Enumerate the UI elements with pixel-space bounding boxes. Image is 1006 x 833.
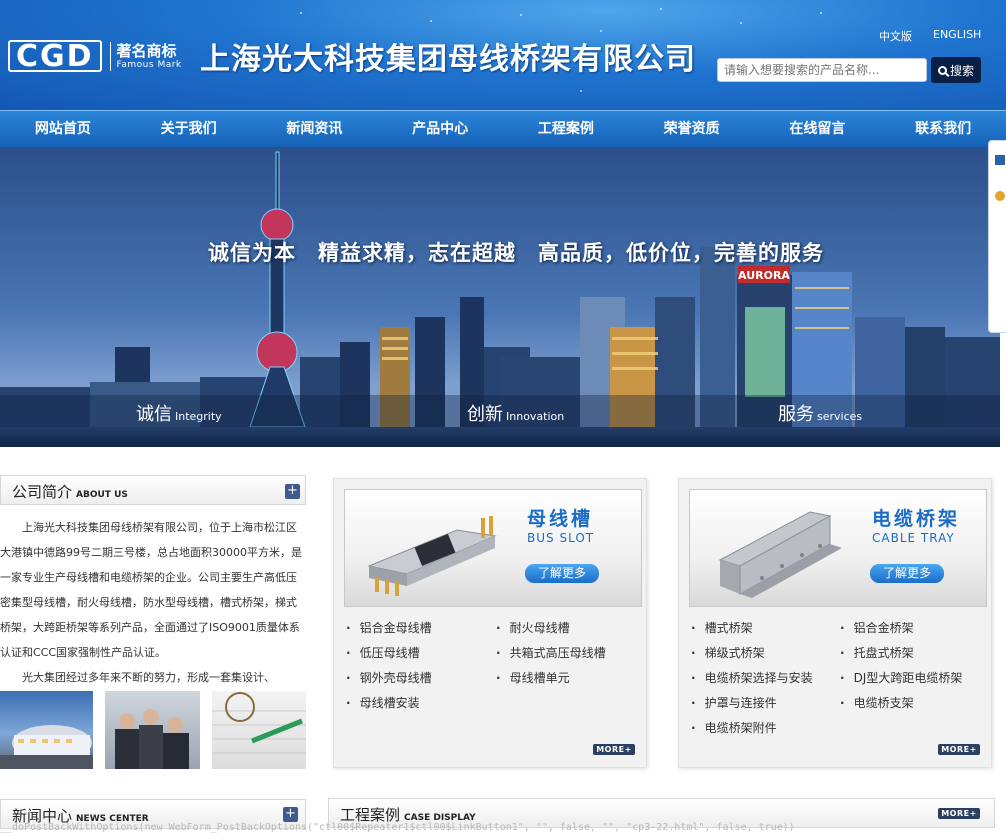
list-item[interactable]: 电缆桥架附件	[691, 719, 777, 736]
service-qq-icon	[995, 191, 1005, 201]
bus-slot-panel: 母线槽 BUS SLOT 了解更多 铝合金母线槽 耐火母线槽 低压母线槽 共箱式…	[333, 478, 647, 768]
bus-slot-more-link[interactable]: MORE+	[593, 744, 635, 755]
cable-tray-title-cn: 电缆桥架	[872, 508, 961, 530]
about-title: 公司简介 ABOUT US	[12, 481, 128, 502]
document-photo[interactable]	[212, 691, 306, 769]
main-nav: 网站首页 关于我们 新闻资讯 产品中心 工程案例 荣誉资质 在线留言 联系我们	[0, 110, 1006, 147]
list-item[interactable]: 铝合金桥架	[840, 619, 914, 636]
famous-mark-en: Famous Mark	[116, 59, 182, 70]
list-item[interactable]: 钢外壳母线槽	[346, 669, 432, 686]
list-item[interactable]: DJ型大跨距电缆桥架	[840, 669, 963, 686]
nav-item-message[interactable]: 在线留言	[755, 111, 881, 147]
about-header: 公司简介 ABOUT US +	[0, 475, 306, 505]
nav-item-cases[interactable]: 工程案例	[503, 111, 629, 147]
nav-item-home[interactable]: 网站首页	[0, 111, 126, 147]
search-input[interactable]	[717, 58, 927, 82]
list-item[interactable]: 梯级式桥架	[691, 644, 765, 661]
list-item[interactable]: 母线槽安装	[346, 694, 420, 711]
bus-slot-learn-more-button[interactable]: 了解更多	[525, 564, 599, 583]
list-item[interactable]: 耐火母线槽	[496, 619, 570, 636]
value-services: 服务 services	[778, 400, 862, 426]
list-item[interactable]: 电缆桥架选择与安装	[691, 669, 813, 686]
value-innovation: 创新 Innovation	[467, 400, 564, 426]
news-more-button[interactable]: +	[283, 807, 298, 822]
value-integrity-en: Integrity	[175, 410, 222, 423]
document-photo-graphic	[212, 692, 306, 754]
bus-slot-illustration	[367, 516, 497, 596]
list-item[interactable]: 低压母线槽	[346, 644, 420, 661]
bus-slot-title-en: BUS SLOT	[527, 531, 595, 545]
nav-item-contact[interactable]: 联系我们	[880, 111, 1006, 147]
list-item[interactable]: 铝合金母线槽	[346, 619, 432, 636]
cable-tray-more-link[interactable]: MORE+	[938, 744, 980, 755]
list-item[interactable]: 托盘式桥架	[840, 644, 914, 661]
nav-item-honors[interactable]: 荣誉资质	[629, 111, 755, 147]
list-item[interactable]: 槽式桥架	[691, 619, 753, 636]
about-photos	[0, 691, 306, 769]
aurora-sign: AURORA	[738, 269, 790, 282]
value-innovation-cn: 创新	[467, 404, 503, 425]
search-button[interactable]: 搜索	[931, 57, 981, 83]
about-paragraph-2: 光大集团经过多年来不断的努力，形成一套集设计、	[22, 671, 275, 684]
value-services-cn: 服务	[778, 404, 814, 425]
about-text: 上海光大科技集团母线桥架有限公司，位于上海市松江区大港镇中德路99号二期三号楼，…	[0, 515, 304, 690]
nav-item-news[interactable]: 新闻资讯	[252, 111, 378, 147]
cases-more-link[interactable]: MORE+	[938, 808, 980, 819]
famous-mark: 著名商标 Famous Mark	[109, 41, 182, 71]
about-title-cn: 公司简介	[12, 483, 73, 501]
nav-item-about[interactable]: 关于我们	[126, 111, 252, 147]
search-icon	[937, 65, 947, 75]
team-photo-graphic	[115, 709, 189, 769]
lang-chinese-link[interactable]: 中文版	[879, 28, 912, 44]
browser-status-bar: __doPostBackWithOptions(new WebForm_Post…	[0, 822, 795, 833]
value-services-en: services	[817, 410, 863, 423]
list-item[interactable]: 护罩与连接件	[691, 694, 777, 711]
bus-slot-banner[interactable]: 母线槽 BUS SLOT 了解更多	[344, 489, 642, 607]
lang-english-link[interactable]: ENGLISH	[933, 28, 981, 41]
search-button-label: 搜索	[949, 63, 974, 78]
service-chat-icon	[995, 155, 1005, 165]
list-item[interactable]: 电缆桥支架	[840, 694, 914, 711]
value-innovation-en: Innovation	[506, 410, 565, 423]
online-service-widget[interactable]	[988, 140, 1006, 333]
building-photo[interactable]	[0, 691, 93, 769]
list-item[interactable]: 共箱式高压母线槽	[496, 644, 606, 661]
hero-banner[interactable]: AURORA 诚信为本 精益求精，志在超越 高品质，低价位，完善的服务 诚信 In…	[0, 147, 1000, 447]
famous-mark-cn: 著名商标	[116, 41, 177, 60]
value-integrity: 诚信 Integrity	[136, 400, 222, 426]
nav-item-products[interactable]: 产品中心	[377, 111, 503, 147]
building-photo-graphic	[0, 725, 93, 769]
about-more-button[interactable]: +	[285, 484, 300, 499]
team-photo[interactable]	[105, 691, 200, 769]
bus-slot-title-cn: 母线槽	[527, 508, 594, 530]
logo-letters: CGD	[8, 40, 102, 72]
list-item[interactable]: 母线槽单元	[496, 669, 570, 686]
banner-slogan: 诚信为本 精益求精，志在超越 高品质，低价位，完善的服务	[208, 241, 824, 265]
value-integrity-cn: 诚信	[136, 404, 172, 425]
site-logo[interactable]: CGD 著名商标 Famous Mark	[8, 40, 182, 72]
about-title-en: ABOUT US	[76, 490, 128, 500]
company-name: 上海光大科技集团母线桥架有限公司	[200, 42, 696, 77]
cable-tray-title-en: CABLE TRAY	[872, 531, 955, 545]
cable-tray-learn-more-button[interactable]: 了解更多	[870, 564, 944, 583]
about-section: 公司简介 ABOUT US + 上海光大科技集团母线桥架有限公司，位于上海市松江区…	[0, 475, 306, 775]
page: CGD 著名商标 Famous Mark 上海光大科技集团母线桥架有限公司 中文…	[0, 0, 1006, 833]
about-paragraph-1: 上海光大科技集团母线桥架有限公司，位于上海市松江区大港镇中德路99号二期三号楼，…	[0, 521, 302, 659]
site-header: CGD 著名商标 Famous Mark 上海光大科技集团母线桥架有限公司 中文…	[0, 0, 1006, 110]
cable-tray-banner[interactable]: 电缆桥架 CABLE TRAY 了解更多	[689, 489, 987, 607]
cable-tray-panel: 电缆桥架 CABLE TRAY 了解更多 槽式桥架 铝合金桥架 梯级式桥架 托盘…	[678, 478, 992, 768]
